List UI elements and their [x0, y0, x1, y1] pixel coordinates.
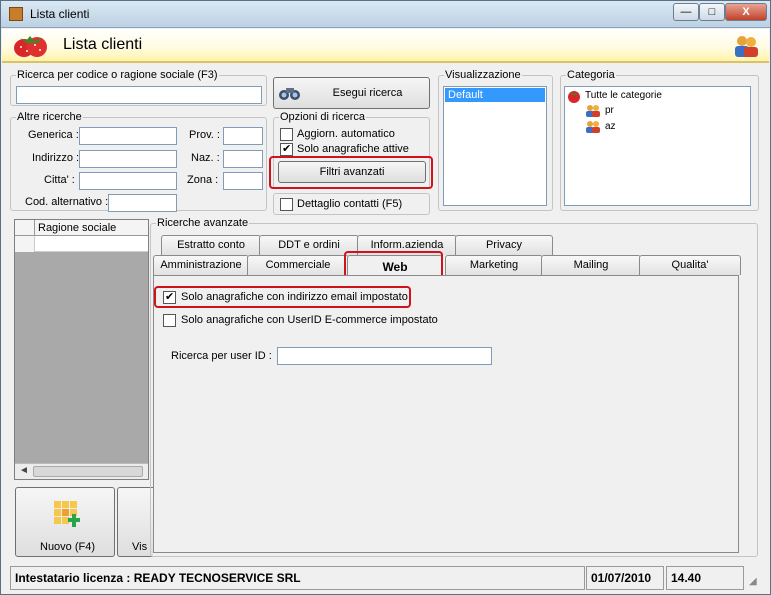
group-icon — [586, 121, 600, 133]
users-icon[interactable] — [733, 33, 759, 59]
generic-label: Generica : — [28, 129, 79, 141]
userid-only-checkbox[interactable] — [163, 314, 176, 327]
grid-scrollbar[interactable]: ◄ — [15, 463, 148, 479]
category-child-az[interactable]: az — [605, 121, 616, 132]
grid-row[interactable] — [15, 236, 148, 252]
resize-grip-icon[interactable]: ◢ — [749, 576, 757, 587]
window-title: Lista clienti — [30, 7, 90, 21]
page-title: Lista clienti — [63, 36, 143, 53]
main-search-legend: Ricerca per codice o ragione sociale (F3… — [16, 69, 219, 81]
tab-mailing[interactable]: Mailing — [541, 255, 641, 275]
main-window: Lista clienti — □ X Lista clienti Ricerc… — [0, 0, 771, 595]
title-bar: Lista clienti — □ X — [1, 1, 770, 28]
province-label: Prov. : — [189, 129, 220, 141]
tab-amministrazione[interactable]: Amministrazione — [153, 255, 249, 275]
new-record-icon — [54, 501, 80, 527]
tab-privacy[interactable]: Privacy — [455, 235, 553, 255]
active-only-label: Solo anagrafiche attive — [297, 143, 409, 155]
maximize-button[interactable]: □ — [699, 3, 725, 21]
main-search-input[interactable] — [16, 86, 262, 104]
city-label: Citta' : — [44, 174, 75, 186]
status-date: 01/07/2010 — [586, 566, 664, 590]
category-root[interactable]: Tutte le categorie — [585, 90, 662, 101]
strawberry-icon — [568, 91, 580, 103]
view-button-label: Vis — [132, 541, 148, 553]
zone-label: Zona : — [187, 174, 219, 186]
userid-only-label: Solo anagrafiche con UserID E-commerce i… — [181, 314, 438, 326]
view-item-default[interactable]: Default — [445, 88, 545, 102]
active-only-checkbox[interactable] — [280, 142, 293, 156]
search-button[interactable]: Esegui ricerca — [273, 77, 430, 109]
scroll-left-icon[interactable]: ◄ — [19, 465, 29, 476]
province-input[interactable] — [223, 127, 263, 145]
client-grid[interactable]: Ragione sociale ◄ — [14, 219, 149, 480]
user-id-label: Ricerca per user ID : — [171, 350, 272, 362]
category-tree[interactable]: Tutte le categorie pr az — [564, 86, 751, 206]
minimize-button[interactable]: — — [673, 3, 699, 21]
highlight-email-option — [154, 286, 411, 308]
tab-commerciale[interactable]: Commerciale — [247, 255, 349, 275]
strawberry-logo-icon — [14, 36, 47, 57]
tab-estratto-conto[interactable]: Estratto conto — [161, 235, 261, 255]
auto-update-label: Aggiorn. automatico — [297, 128, 395, 140]
alt-code-input[interactable] — [108, 194, 177, 212]
binoculars-icon — [279, 88, 300, 100]
category-child-pr[interactable]: pr — [605, 105, 614, 116]
tab-qualita[interactable]: Qualita' — [639, 255, 741, 275]
address-input[interactable] — [79, 150, 177, 168]
status-time: 14.40 — [666, 566, 744, 590]
new-button-label: Nuovo (F4) — [40, 541, 96, 553]
nation-label: Naz. : — [191, 152, 220, 164]
city-input[interactable] — [79, 172, 177, 190]
search-options-legend: Opzioni di ricerca — [279, 111, 366, 123]
advanced-search-legend: Ricerche avanzate — [156, 217, 250, 229]
group-icon — [586, 105, 600, 117]
generic-input[interactable] — [79, 127, 177, 145]
nation-input[interactable] — [223, 150, 263, 168]
grid-col-header[interactable]: Ragione sociale — [38, 222, 116, 234]
category-legend: Categoria — [566, 69, 616, 81]
highlight-advanced-filters — [269, 156, 433, 189]
user-id-input[interactable] — [277, 347, 492, 365]
license-status: Intestatario licenza : READY TECNOSERVIC… — [10, 566, 585, 590]
search-button-label: Esegui ricerca — [332, 87, 403, 99]
view-list[interactable]: Default — [443, 86, 547, 206]
scroll-thumb[interactable] — [33, 466, 143, 477]
page-header: Lista clienti — [2, 29, 769, 63]
grid-header: Ragione sociale — [15, 220, 148, 236]
close-button[interactable]: X — [725, 3, 767, 21]
new-button[interactable]: Nuovo (F4) — [15, 487, 115, 557]
app-icon — [9, 7, 23, 21]
contact-detail-checkbox[interactable] — [280, 198, 293, 211]
contact-detail-label: Dettaglio contatti (F5) — [297, 198, 403, 210]
auto-update-checkbox[interactable] — [280, 128, 293, 141]
tab-marketing[interactable]: Marketing — [445, 255, 543, 275]
zone-input[interactable] — [223, 172, 263, 190]
alt-code-label: Cod. alternativo : — [25, 196, 109, 208]
view-legend: Visualizzazione — [444, 69, 522, 81]
address-label: Indirizzo : — [32, 152, 80, 164]
view-button[interactable]: Vis — [117, 487, 153, 557]
other-search-legend: Altre ricerche — [16, 111, 83, 123]
